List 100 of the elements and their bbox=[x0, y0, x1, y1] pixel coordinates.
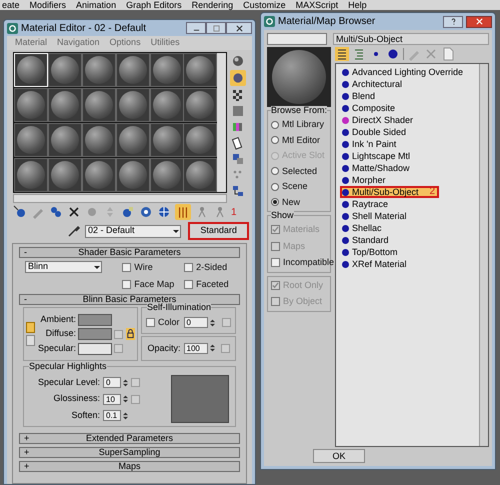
color-swatch[interactable] bbox=[78, 328, 112, 340]
vertical-scrollbar[interactable] bbox=[479, 64, 488, 446]
rollout-header[interactable]: + SuperSampling bbox=[19, 447, 240, 458]
list-item[interactable]: Double Sided bbox=[340, 126, 410, 138]
radio-label: Selected bbox=[282, 164, 318, 178]
list-item[interactable]: Advanced Lighting Override bbox=[340, 66, 468, 78]
checkbox-label: By Object bbox=[283, 295, 322, 308]
menu-item[interactable]: Help bbox=[348, 0, 367, 10]
opacity-label: Opacity: bbox=[147, 342, 180, 355]
color-swatch[interactable] bbox=[78, 342, 112, 354]
checkbox[interactable] bbox=[184, 280, 194, 289]
menu-item[interactable]: MAXScript bbox=[296, 0, 338, 10]
list-item[interactable]: XRef Material bbox=[340, 258, 411, 270]
spinner-icon[interactable] bbox=[210, 343, 214, 354]
list-item[interactable]: Morpher bbox=[340, 174, 390, 186]
number-field[interactable]: 100 bbox=[184, 342, 208, 354]
menu-item[interactable]: Navigation bbox=[57, 36, 100, 50]
lock-sphere-icon[interactable] bbox=[121, 205, 135, 219]
rollout-header[interactable]: + Maps bbox=[19, 461, 240, 472]
radio-button[interactable] bbox=[271, 120, 279, 129]
help-button[interactable] bbox=[443, 16, 463, 28]
sphere-icon[interactable] bbox=[231, 54, 245, 68]
list-item[interactable]: Multi/Sub-Object 2 bbox=[340, 186, 440, 198]
close-button[interactable] bbox=[466, 16, 492, 28]
spinner-icon[interactable] bbox=[123, 378, 128, 388]
menu-item[interactable]: Modifiers bbox=[30, 0, 66, 10]
material-type-button[interactable]: Standard bbox=[188, 222, 249, 240]
list-item[interactable]: Architectural bbox=[340, 78, 406, 90]
list-icon[interactable] bbox=[352, 47, 366, 61]
vertical-scrollbar[interactable] bbox=[217, 53, 226, 192]
rollout-sign: + bbox=[24, 448, 30, 457]
sphere-icon[interactable] bbox=[386, 47, 400, 61]
color-bars-icon[interactable] bbox=[231, 120, 245, 134]
window-title: Material Editor - 02 - Default bbox=[21, 22, 148, 36]
material-name-field[interactable]: 02 - Default bbox=[85, 224, 182, 238]
list-item[interactable]: Lightscape Mtl bbox=[340, 150, 414, 162]
menu-item[interactable]: Utilities bbox=[150, 36, 180, 50]
checkbox[interactable] bbox=[184, 263, 194, 272]
app-icon bbox=[264, 16, 275, 27]
ok-button[interactable]: OK bbox=[313, 449, 365, 463]
spheres-icon[interactable] bbox=[49, 205, 63, 219]
minimize-button[interactable] bbox=[186, 22, 206, 34]
sphere-arrow-icon[interactable] bbox=[13, 205, 27, 219]
checkbox[interactable] bbox=[122, 280, 132, 289]
hierarchy-icon[interactable] bbox=[231, 184, 245, 198]
sphere-icon[interactable] bbox=[230, 70, 246, 86]
list-item[interactable]: Standard bbox=[340, 234, 393, 246]
close-button[interactable] bbox=[226, 22, 252, 34]
radio-button[interactable] bbox=[271, 167, 279, 176]
menu-item[interactable]: Customize bbox=[243, 0, 286, 10]
menu-item[interactable]: Rendering bbox=[192, 0, 234, 10]
radio-button[interactable] bbox=[271, 198, 279, 206]
checkbox[interactable] bbox=[146, 318, 155, 328]
delete-icon[interactable] bbox=[67, 205, 81, 219]
list-item[interactable]: Composite bbox=[340, 102, 400, 114]
shader-dropdown[interactable]: Blinn bbox=[25, 261, 102, 273]
item-label: Architectural bbox=[352, 79, 402, 89]
list-item[interactable]: DirectX Shader bbox=[340, 114, 418, 126]
document-icon[interactable] bbox=[441, 47, 455, 61]
number-field[interactable]: 0.1 bbox=[103, 410, 121, 421]
checkbox[interactable] bbox=[271, 258, 280, 268]
list-item[interactable]: Ink 'n Paint bbox=[340, 138, 400, 150]
globe-icon[interactable] bbox=[157, 205, 171, 219]
radio-button[interactable] bbox=[271, 182, 279, 191]
checker-icon[interactable] bbox=[231, 88, 245, 102]
number-field[interactable]: 0 bbox=[184, 317, 208, 328]
menu-item[interactable]: Animation bbox=[76, 0, 116, 10]
maximize-button[interactable] bbox=[206, 22, 226, 34]
list-icon[interactable] bbox=[335, 47, 349, 61]
list-item[interactable]: Matte/Shadow bbox=[340, 162, 414, 174]
menu-item[interactable]: Material bbox=[15, 36, 48, 50]
eyedropper-icon[interactable] bbox=[67, 224, 81, 238]
list-item[interactable]: Shell Material bbox=[340, 210, 411, 222]
help-icon bbox=[450, 18, 456, 25]
squares-icon[interactable] bbox=[231, 152, 245, 166]
radio-button[interactable] bbox=[271, 136, 279, 144]
bars-icon[interactable] bbox=[175, 204, 191, 220]
rollout-header[interactable]: + Extended Parameters bbox=[19, 433, 240, 444]
checkbox-label: Incompatible bbox=[283, 256, 334, 269]
group-title: Specular Highlights bbox=[29, 362, 107, 371]
list-item[interactable]: Raytrace bbox=[340, 198, 392, 210]
list-item[interactable]: Top/Bottom bbox=[340, 246, 402, 258]
horizontal-scrollbar[interactable] bbox=[13, 194, 227, 203]
circle-icon[interactable] bbox=[139, 205, 153, 219]
rollout-header[interactable]: - Blinn Basic Parameters bbox=[19, 294, 240, 305]
name-field[interactable] bbox=[267, 33, 327, 45]
item-label: Blend bbox=[352, 91, 376, 101]
menu-item[interactable]: Options bbox=[110, 36, 141, 50]
rollout-header[interactable]: - Shader Basic Parameters bbox=[19, 247, 240, 258]
list-item[interactable]: Blend bbox=[340, 90, 380, 102]
color-swatch[interactable] bbox=[78, 314, 112, 326]
number-field[interactable]: 10 bbox=[103, 394, 121, 404]
spinner-icon[interactable] bbox=[123, 410, 128, 420]
checkbox[interactable] bbox=[122, 263, 132, 272]
dropdown-arrow-icon bbox=[172, 227, 180, 235]
number-field[interactable]: 0 bbox=[103, 377, 121, 388]
spinner-icon[interactable] bbox=[123, 394, 128, 404]
menu-item[interactable]: Graph Editors bbox=[126, 0, 182, 10]
list-item[interactable]: Shellac bbox=[340, 222, 386, 234]
menu-item[interactable]: eate bbox=[2, 0, 20, 10]
